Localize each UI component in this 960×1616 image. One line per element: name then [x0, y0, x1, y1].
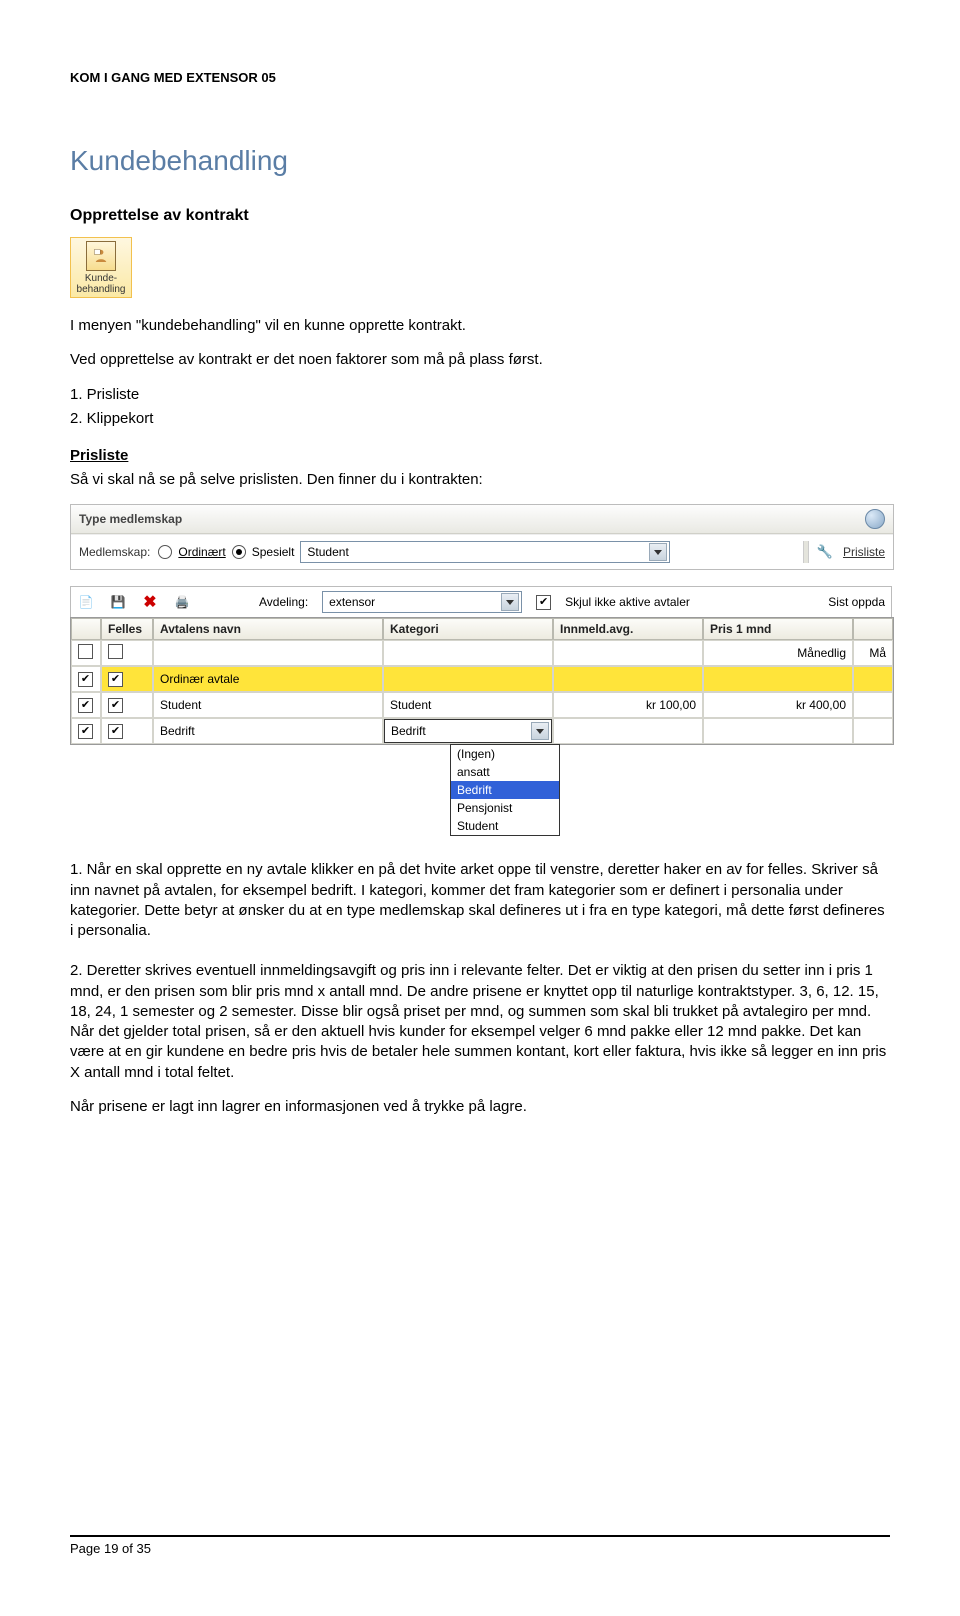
row-check[interactable] — [78, 698, 93, 713]
table-row[interactable]: Ordinær avtale — [71, 666, 893, 692]
row-felles-check[interactable] — [108, 698, 123, 713]
shortcut-label-line1: Kunde- — [73, 273, 129, 284]
intro-text-2: Ved opprettelse av kontrakt er det noen … — [70, 350, 890, 370]
panel-title: Type medlemskap — [79, 512, 182, 526]
page-title: Kundebehandling — [70, 145, 890, 177]
step-1-text: 1. Når en skal opprette en ny avtale kli… — [70, 860, 890, 941]
radio-ordinaert-label: Ordinært — [178, 545, 225, 559]
delete-icon[interactable]: ✖ — [141, 593, 159, 611]
col-kategori[interactable]: Kategori — [383, 618, 553, 640]
row-pris1 — [703, 666, 853, 692]
row-pris1 — [703, 718, 853, 744]
avtaler-table: Felles Avtalens navn Kategori Innmeld.av… — [70, 617, 894, 745]
dropdown-option[interactable]: Student — [451, 817, 559, 835]
row-innmeld — [553, 718, 703, 744]
prisliste-heading: Prisliste — [70, 447, 890, 464]
people-icon — [86, 241, 116, 271]
row-kategori: Student — [383, 692, 553, 718]
medlemskap-select-value: Student — [307, 545, 348, 559]
row-kategori — [383, 666, 553, 692]
list-prisliste: 1. Prisliste — [70, 385, 890, 405]
avtaler-grid-panel: 📄 💾 ✖ 🖨️ Avdeling: extensor Skjul ikke a… — [70, 586, 892, 836]
row-navn: Bedrift — [153, 718, 383, 744]
kategori-select[interactable]: Bedrift — [384, 719, 552, 743]
kundebehandling-shortcut[interactable]: Kunde- behandling — [70, 237, 132, 298]
medlemskap-select[interactable]: Student — [300, 541, 670, 563]
avdeling-label: Avdeling: — [259, 595, 308, 609]
chevron-down-icon — [501, 593, 519, 611]
collapse-icon[interactable] — [865, 509, 885, 529]
avdeling-select-value: extensor — [329, 595, 375, 609]
row-felles-check[interactable] — [108, 724, 123, 739]
col-felles[interactable]: Felles — [101, 618, 153, 640]
col-innmeld[interactable]: Innmeld.avg. — [553, 618, 703, 640]
filter-pris1: Månedlig — [703, 640, 853, 666]
dropdown-option[interactable]: Bedrift — [451, 781, 559, 799]
radio-spesielt[interactable] — [232, 545, 246, 559]
skjul-label: Skjul ikke aktive avtaler — [565, 595, 690, 609]
kategori-dropdown[interactable]: (Ingen) ansatt Bedrift Pensjonist Studen… — [450, 744, 560, 836]
col-last[interactable] — [853, 618, 893, 640]
prisliste-text: Så vi skal nå se på selve prislisten. De… — [70, 470, 890, 490]
row-check[interactable] — [78, 672, 93, 687]
medlemskap-label: Medlemskap: — [79, 545, 150, 559]
dropdown-option[interactable]: Pensjonist — [451, 799, 559, 817]
chevron-down-icon — [531, 722, 549, 740]
chevron-down-icon — [649, 543, 667, 561]
dropdown-option[interactable]: (Ingen) — [451, 745, 559, 763]
print-icon[interactable]: 🖨️ — [173, 593, 191, 611]
dropdown-option[interactable]: ansatt — [451, 763, 559, 781]
row-felles-check[interactable] — [108, 672, 123, 687]
grip-icon — [803, 541, 809, 563]
col-check[interactable] — [71, 618, 101, 640]
radio-spesielt-label: Spesielt — [252, 545, 295, 559]
avdeling-select[interactable]: extensor — [322, 591, 522, 613]
page-number: Page 19 of 35 — [70, 1541, 151, 1556]
filter-check[interactable] — [78, 644, 93, 659]
prisliste-link[interactable]: Prisliste — [843, 545, 885, 559]
row-navn: Ordinær avtale — [153, 666, 383, 692]
table-row[interactable]: Student Student kr 100,00 kr 400,00 — [71, 692, 893, 718]
col-navn[interactable]: Avtalens navn — [153, 618, 383, 640]
doc-header: KOM I GANG MED EXTENSOR 05 — [70, 70, 890, 85]
section-heading: Opprettelse av kontrakt — [70, 207, 890, 225]
sist-oppda-label: Sist oppda — [828, 595, 885, 609]
row-innmeld: kr 100,00 — [553, 692, 703, 718]
kategori-select-value: Bedrift — [391, 724, 426, 738]
medlemskap-panel: Type medlemskap Medlemskap: Ordinært Spe… — [70, 504, 894, 570]
row-innmeld — [553, 666, 703, 692]
skjul-checkbox[interactable] — [536, 595, 551, 610]
filter-last: Må — [853, 640, 893, 666]
shortcut-label-line2: behandling — [73, 284, 129, 295]
row-pris1: kr 400,00 — [703, 692, 853, 718]
filter-felles-check[interactable] — [108, 644, 123, 659]
row-navn: Student — [153, 692, 383, 718]
step-2-text: 2. Deretter skrives eventuell innmelding… — [70, 961, 890, 1083]
new-icon[interactable]: 📄 — [77, 593, 95, 611]
prisliste-icon[interactable]: 🔧 — [817, 544, 833, 560]
save-icon[interactable]: 💾 — [109, 593, 127, 611]
table-filter-row: Månedlig Må — [71, 640, 893, 666]
table-row[interactable]: Bedrift Bedrift — [71, 718, 893, 744]
radio-ordinaert[interactable] — [158, 545, 172, 559]
final-text: Når prisene er lagt inn lagrer en inform… — [70, 1097, 890, 1117]
page-footer: Page 19 of 35 — [70, 1535, 890, 1556]
col-pris1[interactable]: Pris 1 mnd — [703, 618, 853, 640]
intro-text-1: I menyen "kundebehandling" vil en kunne … — [70, 316, 890, 336]
list-klippekort: 2. Klippekort — [70, 409, 890, 429]
row-check[interactable] — [78, 724, 93, 739]
